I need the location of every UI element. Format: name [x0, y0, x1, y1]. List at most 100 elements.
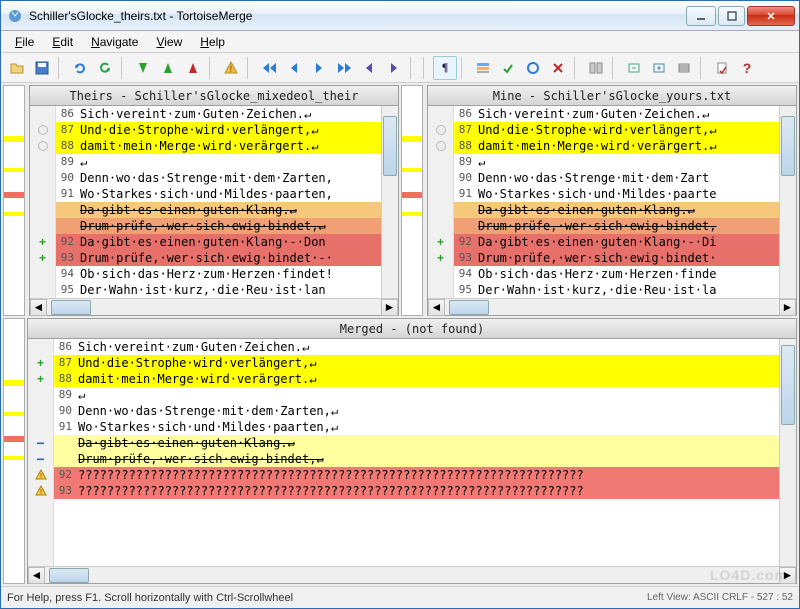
redo-block-button[interactable] — [647, 56, 671, 80]
app-icon — [7, 8, 23, 24]
conflict-icon: ! — [35, 485, 47, 497]
code-line[interactable]: 89↵ — [56, 154, 381, 170]
plus-icon: + — [437, 251, 444, 265]
menubar: File Edit Navigate View Help — [1, 31, 799, 53]
code-line[interactable]: Drum·prüfe,·wer·sich·ewig·bindet,↵ — [54, 451, 779, 467]
svg-text:!: ! — [40, 489, 42, 496]
close-button[interactable] — [747, 6, 795, 26]
code-line[interactable]: Drum·prüfe,·wer·sich·ewig·bindet,↵ — [56, 218, 381, 234]
code-line[interactable]: Drum·prüfe,·wer·sich·ewig·bindet, — [454, 218, 779, 234]
prev-diff-button[interactable] — [131, 56, 155, 80]
reject-button[interactable] — [546, 56, 570, 80]
code-line[interactable]: 88damit·mein·Merge·wird·verärgert.↵ — [454, 138, 779, 154]
theirs-code[interactable]: 86Sich·vereint·zum·Guten·Zeichen.↵87Und·… — [56, 106, 381, 298]
mine-code[interactable]: 86Sich·vereint·zum·Guten·Zeichen.↵87Und·… — [454, 106, 779, 298]
svg-text:!: ! — [230, 64, 233, 74]
theirs-vscrollbar[interactable] — [381, 106, 398, 298]
nav-last-button[interactable] — [332, 56, 356, 80]
next-diff-button[interactable] — [156, 56, 180, 80]
use-theirs-button[interactable] — [496, 56, 520, 80]
nav-next-button[interactable] — [307, 56, 331, 80]
theirs-pane: Theirs - Schiller'sGlocke_mixedeol_their… — [29, 85, 399, 316]
mine-locator[interactable] — [401, 85, 423, 316]
code-line[interactable]: Da·gibt·es·einen·guten·Klang.↵ — [54, 435, 779, 451]
nav-prev2-button[interactable] — [357, 56, 381, 80]
nav-prev-button[interactable] — [282, 56, 306, 80]
app-window: Schiller'sGlocke_theirs.txt - TortoiseMe… — [0, 0, 800, 609]
menu-file[interactable]: File — [7, 33, 42, 51]
merged-code[interactable]: 86Sich·vereint·zum·Guten·Zeichen.↵87Und·… — [54, 339, 779, 566]
nav-next2-button[interactable] — [382, 56, 406, 80]
code-line[interactable]: 91Wo·Starkes·sich·und·Mildes·paarte — [454, 186, 779, 202]
merged-hscrollbar[interactable]: ◄► — [28, 566, 796, 583]
code-line[interactable]: 89↵ — [54, 387, 779, 403]
minimize-button[interactable] — [686, 6, 716, 26]
conflict-marker-button[interactable]: ! — [219, 56, 243, 80]
plus-icon: + — [437, 235, 444, 249]
code-line[interactable]: Da·gibt·es·einen·guten·Klang.↵ — [454, 202, 779, 218]
use-mine-button[interactable] — [521, 56, 545, 80]
maximize-button[interactable] — [718, 6, 745, 26]
code-line[interactable]: 93Drum·prüfe,·wer·sich·ewig·bindet·-· — [56, 250, 381, 266]
separator — [612, 57, 618, 79]
code-line[interactable]: 87Und·die·Strophe·wird·verlängert,↵ — [56, 122, 381, 138]
separator — [423, 57, 429, 79]
refresh-button[interactable] — [93, 56, 117, 80]
theirs-hscrollbar[interactable]: ◄► — [30, 298, 398, 315]
code-line[interactable]: 92Da·gibt·es·einen·guten·Klang·-·Don — [56, 234, 381, 250]
menu-edit[interactable]: Edit — [44, 33, 81, 51]
separator — [700, 57, 706, 79]
menu-help[interactable]: Help — [192, 33, 233, 51]
code-line[interactable]: 92??????????????????????????????????????… — [54, 467, 779, 483]
toolbar: ! ¶ ? — [1, 53, 799, 83]
mark-button[interactable] — [710, 56, 734, 80]
code-line[interactable]: 95Der·Wahn·ist·kurz,·die·Reu·ist·la — [454, 282, 779, 298]
settings-button[interactable] — [672, 56, 696, 80]
code-line[interactable]: 94Ob·sich·das·Herz·zum·Herzen·finde — [454, 266, 779, 282]
next-conflict-button[interactable] — [181, 56, 205, 80]
merged-header: Merged - (not found) — [28, 319, 796, 339]
show-whitespace-button[interactable]: ¶ — [433, 56, 457, 80]
code-line[interactable]: 86Sich·vereint·zum·Guten·Zeichen.↵ — [454, 106, 779, 122]
code-line[interactable]: Da·gibt·es·einen·guten·Klang.↵ — [56, 202, 381, 218]
code-line[interactable]: 86Sich·vereint·zum·Guten·Zeichen.↵ — [54, 339, 779, 355]
code-line[interactable]: 93??????????????????????????????????????… — [54, 483, 779, 499]
code-line[interactable]: 91Wo·Starkes·sich·und·Mildes·paarten,↵ — [54, 419, 779, 435]
menu-view[interactable]: View — [148, 33, 190, 51]
svg-text:!: ! — [40, 473, 42, 480]
mine-hscrollbar[interactable]: ◄► — [428, 298, 796, 315]
code-line[interactable]: 90Denn·wo·das·Strenge·mit·dem·Zarten,↵ — [54, 403, 779, 419]
code-line[interactable]: 87Und·die·Strophe·wird·verlängert,↵ — [54, 355, 779, 371]
code-line[interactable]: 90Denn·wo·das·Strenge·mit·dem·Zart — [454, 170, 779, 186]
code-line[interactable]: 91Wo·Starkes·sich·und·Mildes·paarten, — [56, 186, 381, 202]
code-line[interactable]: 89↵ — [454, 154, 779, 170]
code-line[interactable]: 94Ob·sich·das·Herz·zum·Herzen·findet! — [56, 266, 381, 282]
minus-icon: − — [36, 451, 44, 467]
code-line[interactable]: 93Drum·prüfe,·wer·sich·ewig·bindet· — [454, 250, 779, 266]
save-button[interactable] — [30, 56, 54, 80]
two-pane-button[interactable] — [584, 56, 608, 80]
plus-icon: + — [39, 235, 46, 249]
inline-diff-button[interactable] — [471, 56, 495, 80]
undo-block-button[interactable] — [622, 56, 646, 80]
merged-locator[interactable] — [3, 318, 25, 584]
menu-navigate[interactable]: Navigate — [83, 33, 146, 51]
theirs-locator[interactable] — [3, 85, 25, 316]
open-button[interactable] — [5, 56, 29, 80]
code-line[interactable]: 90Denn·wo·das·Strenge·mit·dem·Zarten, — [56, 170, 381, 186]
code-line[interactable]: 92Da·gibt·es·einen·guten·Klang·-·Di — [454, 234, 779, 250]
code-line[interactable]: 95Der·Wahn·ist·kurz,·die·Reu·ist·lan — [56, 282, 381, 298]
code-line[interactable]: 88damit·mein·Merge·wird·verärgert.↵ — [54, 371, 779, 387]
help-button[interactable]: ? — [735, 56, 759, 80]
merged-vscrollbar[interactable] — [779, 339, 796, 566]
reload-button[interactable] — [68, 56, 92, 80]
nav-first-button[interactable] — [257, 56, 281, 80]
code-line[interactable]: 86Sich·vereint·zum·Guten·Zeichen.↵ — [56, 106, 381, 122]
separator — [58, 57, 64, 79]
mine-vscrollbar[interactable] — [779, 106, 796, 298]
mine-header: Mine - Schiller'sGlocke_yours.txt — [428, 86, 796, 106]
titlebar[interactable]: Schiller'sGlocke_theirs.txt - TortoiseMe… — [1, 1, 799, 31]
code-line[interactable]: 88damit·mein·Merge·wird·verärgert.↵ — [56, 138, 381, 154]
code-line[interactable]: 87Und·die·Strophe·wird·verlängert,↵ — [454, 122, 779, 138]
merged-gutter: ++−−!! — [28, 339, 54, 566]
